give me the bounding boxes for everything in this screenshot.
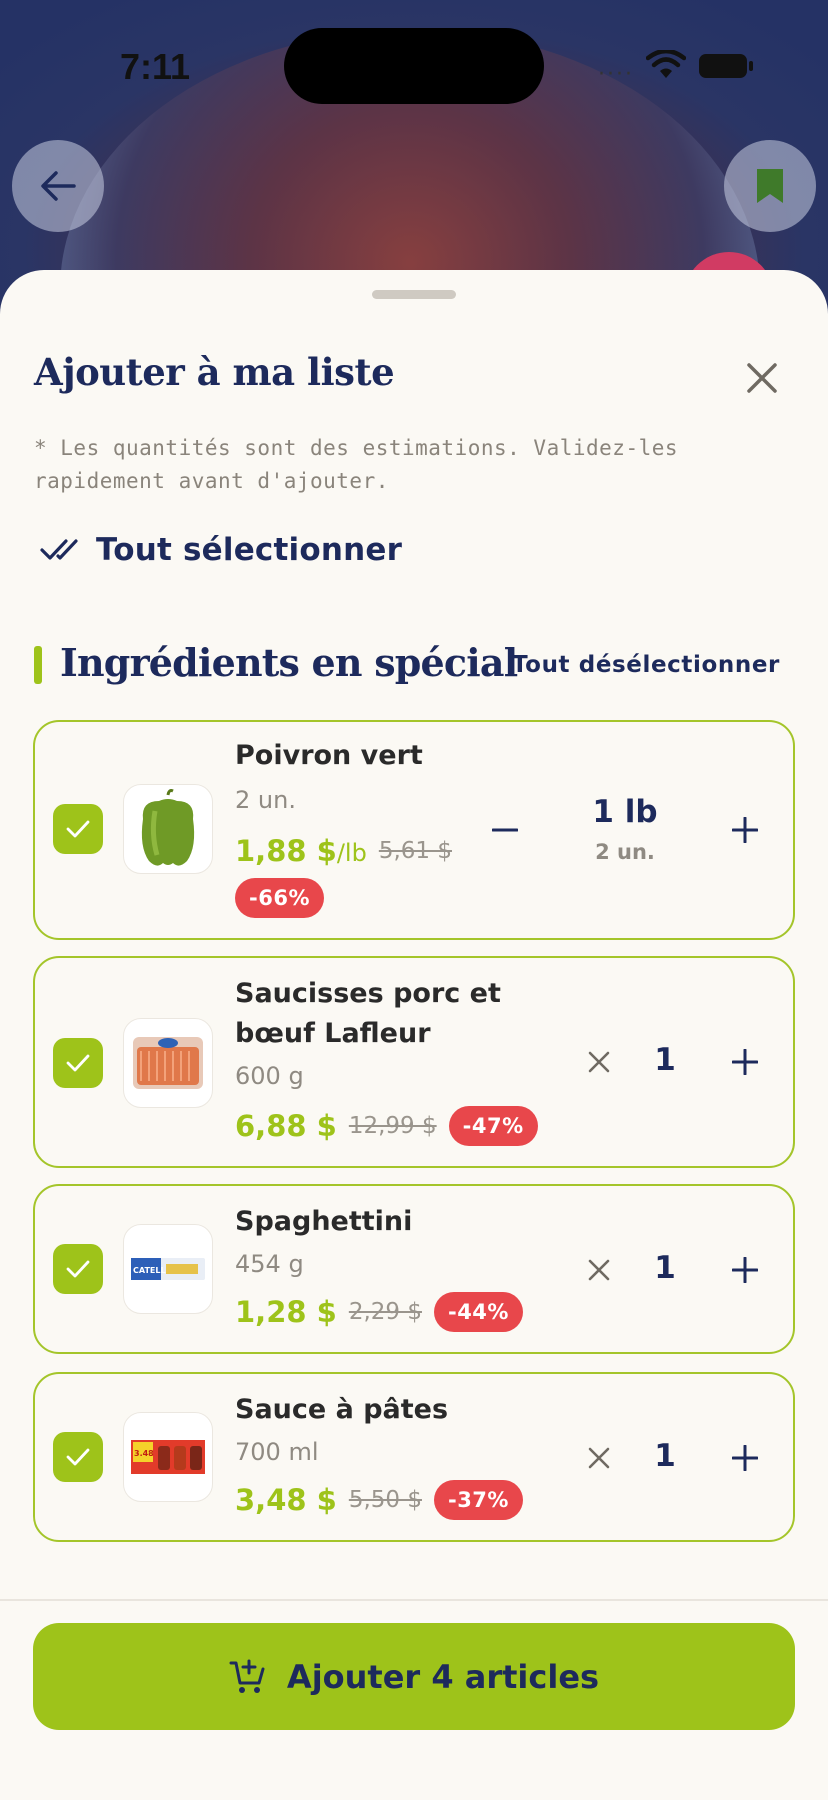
- discount-badge: -66%: [235, 878, 324, 918]
- item-old-price: 12,99 $: [348, 1113, 437, 1139]
- item-name-line1: Saucisses porc et: [235, 978, 501, 1009]
- increase-button[interactable]: [725, 1250, 765, 1290]
- back-button[interactable]: [12, 140, 104, 232]
- estimation-note: * Les quantités sont des estimations. Va…: [34, 436, 679, 493]
- battery-icon: [699, 54, 753, 78]
- discount-line: -66%: [235, 878, 324, 918]
- cart-add-icon: [229, 1659, 265, 1693]
- section-accent-bar: [34, 646, 42, 684]
- item-name: Sauce à pâtes: [235, 1394, 449, 1425]
- product-image: [123, 784, 213, 874]
- item-checkbox[interactable]: [53, 804, 103, 854]
- price-line: 6,88 $ 12,99 $ -47%: [235, 1106, 538, 1146]
- remove-button[interactable]: [579, 1250, 619, 1290]
- checkmark-icon: [66, 1448, 90, 1466]
- item-name: Poivron vert: [235, 740, 423, 771]
- item-size: 2 un.: [235, 786, 296, 814]
- plus-icon: [732, 1049, 758, 1075]
- price-line: 1,88 $/lb 5,61 $: [235, 834, 452, 868]
- discount-badge: -37%: [433, 1480, 523, 1520]
- increase-button[interactable]: [725, 810, 765, 850]
- item-quantity: 1: [654, 1250, 676, 1286]
- add-items-button[interactable]: Ajouter 4 articles: [33, 1623, 795, 1730]
- spaghetti-brand-logo: CATELLI: [133, 1266, 169, 1275]
- bookmark-icon: [757, 169, 783, 203]
- remove-button[interactable]: [579, 1042, 619, 1082]
- status-time: 7:11: [120, 46, 191, 87]
- checkmark-icon: [66, 820, 90, 838]
- increase-button[interactable]: [725, 1438, 765, 1478]
- back-arrow-icon: [41, 171, 76, 201]
- deselect-all-button[interactable]: Tout désélectionner: [512, 652, 780, 678]
- minus-icon: [492, 828, 518, 832]
- remove-button[interactable]: [579, 1438, 619, 1478]
- ingredient-card[interactable]: CATELLI Spaghettini 454 g 1,28 $ 2,29 $ …: [33, 1184, 795, 1354]
- remove-x-icon: [588, 1259, 610, 1281]
- sausage-pack-image: [133, 1037, 203, 1089]
- close-icon: [747, 363, 777, 393]
- section-header: Ingrédients en spécial Tout désélectionn…: [34, 640, 794, 690]
- increase-button[interactable]: [725, 1042, 765, 1082]
- wifi-icon: [646, 50, 686, 78]
- select-all-button[interactable]: Tout sélectionner: [40, 532, 402, 568]
- checkmark-icon: [66, 1260, 90, 1278]
- item-size: 700 ml: [235, 1438, 319, 1466]
- add-items-label: Ajouter 4 articles: [286, 1657, 600, 1696]
- footer-divider: [0, 1599, 828, 1601]
- green-pepper-image: [141, 789, 195, 866]
- item-price: 6,88 $: [235, 1109, 337, 1143]
- item-price: 1,28 $: [235, 1295, 337, 1329]
- section-title: Ingrédients en spécial: [60, 640, 518, 685]
- status-bar: 7:11 ····: [0, 0, 828, 120]
- add-to-list-sheet: Ajouter à ma liste * Les quantités sont …: [0, 270, 828, 1800]
- item-quantity: 1: [654, 1438, 676, 1474]
- price-unit: /lb: [336, 839, 367, 867]
- item-name: Spaghettini: [235, 1206, 413, 1237]
- item-size: 454 g: [235, 1250, 304, 1278]
- item-price: 3,48 $: [235, 1483, 337, 1517]
- checkmark-icon: [66, 1054, 90, 1072]
- ingredient-card[interactable]: 3.48 Sauce à pâtes 700 ml 3,48 $ 5,50 $ …: [33, 1372, 795, 1542]
- sheet-title: Ajouter à ma liste: [34, 350, 395, 394]
- sheet-drag-handle[interactable]: [372, 290, 456, 299]
- product-image: [123, 1018, 213, 1108]
- bookmark-button[interactable]: [724, 140, 816, 232]
- remove-x-icon: [588, 1051, 610, 1073]
- remove-x-icon: [588, 1447, 610, 1469]
- product-image: 3.48: [123, 1412, 213, 1502]
- sauce-price-tag: 3.48: [134, 1449, 154, 1458]
- item-price-group: 1,88 $/lb: [235, 834, 367, 868]
- select-all-label: Tout sélectionner: [96, 532, 403, 568]
- price-line: 1,28 $ 2,29 $ -44%: [235, 1292, 523, 1332]
- item-old-price: 2,29 $: [348, 1299, 422, 1325]
- discount-badge: -44%: [433, 1292, 523, 1332]
- item-checkbox[interactable]: [53, 1038, 103, 1088]
- item-quantity: 1: [654, 1042, 676, 1078]
- ingredient-card[interactable]: Saucisses porc et bœuf Lafleur 600 g 6,8…: [33, 956, 795, 1168]
- plus-icon: [732, 1445, 758, 1471]
- close-button[interactable]: [736, 352, 788, 404]
- item-size: 600 g: [235, 1062, 304, 1090]
- dynamic-island: [284, 28, 544, 104]
- ingredient-card[interactable]: Poivron vert 2 un. 1,88 $/lb 5,61 $ -66%…: [33, 720, 795, 940]
- item-checkbox[interactable]: [53, 1244, 103, 1294]
- cellular-signal-icon: ····: [598, 62, 634, 87]
- discount-badge: -47%: [448, 1106, 538, 1146]
- price-line: 3,48 $ 5,50 $ -37%: [235, 1480, 523, 1520]
- item-quantity: 1 lb: [592, 794, 658, 830]
- plus-icon: [732, 817, 758, 843]
- decrease-button[interactable]: [485, 810, 525, 850]
- item-quantity-units: 2 un.: [595, 840, 655, 864]
- item-price: 1,88 $: [235, 834, 337, 868]
- item-name-line2: bœuf Lafleur: [235, 1018, 431, 1049]
- double-check-icon: [40, 539, 78, 560]
- item-checkbox[interactable]: [53, 1432, 103, 1482]
- item-old-price: 5,61 $: [378, 838, 452, 864]
- spaghetti-box-image: CATELLI: [131, 1258, 205, 1280]
- pasta-sauce-promo-image: 3.48: [131, 1440, 205, 1474]
- item-old-price: 5,50 $: [348, 1487, 422, 1513]
- plus-icon: [732, 1257, 758, 1283]
- product-image: CATELLI: [123, 1224, 213, 1314]
